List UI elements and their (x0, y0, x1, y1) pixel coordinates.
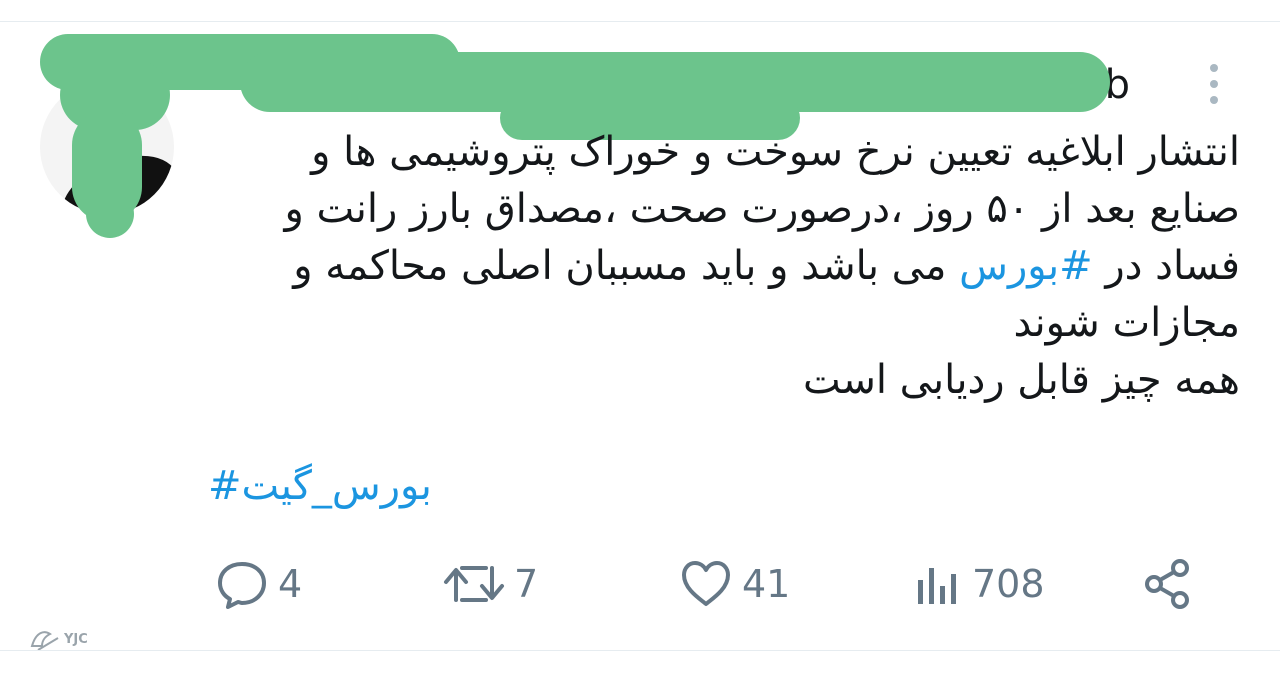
retweet-icon (442, 556, 506, 612)
tweet-line-3: فساد در #بورس می باشد و باید مسببان اصلی… (293, 243, 1240, 289)
tweet-text: انتشار ابلاغیه تعیین نرخ سوخت و خوراک پت… (200, 124, 1240, 409)
reply-icon (214, 556, 270, 612)
retweet-button[interactable]: 7 (442, 556, 538, 612)
tweet-line-5: همه چیز قابل ردیابی است (803, 357, 1240, 403)
footer-hashtag-link[interactable]: بورس_گیت# (208, 463, 432, 509)
analytics-icon (912, 556, 964, 612)
share-button[interactable] (1140, 556, 1196, 612)
like-count: 41 (742, 562, 791, 606)
tweet-line-3-end: می باشد و باید مسببان اصلی محاکمه و (293, 243, 960, 289)
tweet-card[interactable]: b انتشار ابلاغیه تعیین نرخ سوخت و خوراک … (0, 0, 1280, 681)
tweet-line-2: صنایع بعد از ۵۰ روز ،درصورت صحت ،مصداق ب… (284, 186, 1240, 232)
heart-icon (678, 556, 734, 612)
tweet-line-4: مجازات شوند (1013, 300, 1240, 346)
hashtag-link[interactable]: #بورس (959, 243, 1092, 289)
divider-bottom (0, 650, 1280, 651)
more-options-icon[interactable] (1204, 64, 1224, 108)
reply-button[interactable]: 4 (214, 556, 302, 612)
share-icon (1140, 556, 1196, 612)
retweet-count: 7 (514, 562, 539, 606)
divider-top (0, 21, 1280, 22)
reply-count: 4 (278, 562, 303, 606)
views-button[interactable]: 708 (912, 556, 1045, 612)
watermark-label: YJC (64, 631, 88, 647)
like-button[interactable]: 41 (678, 556, 790, 612)
views-count: 708 (972, 562, 1045, 606)
tweet-line-3-start: فساد در (1092, 243, 1240, 289)
tweet-line-1: انتشار ابلاغیه تعیین نرخ سوخت و خوراک پت… (311, 129, 1240, 175)
